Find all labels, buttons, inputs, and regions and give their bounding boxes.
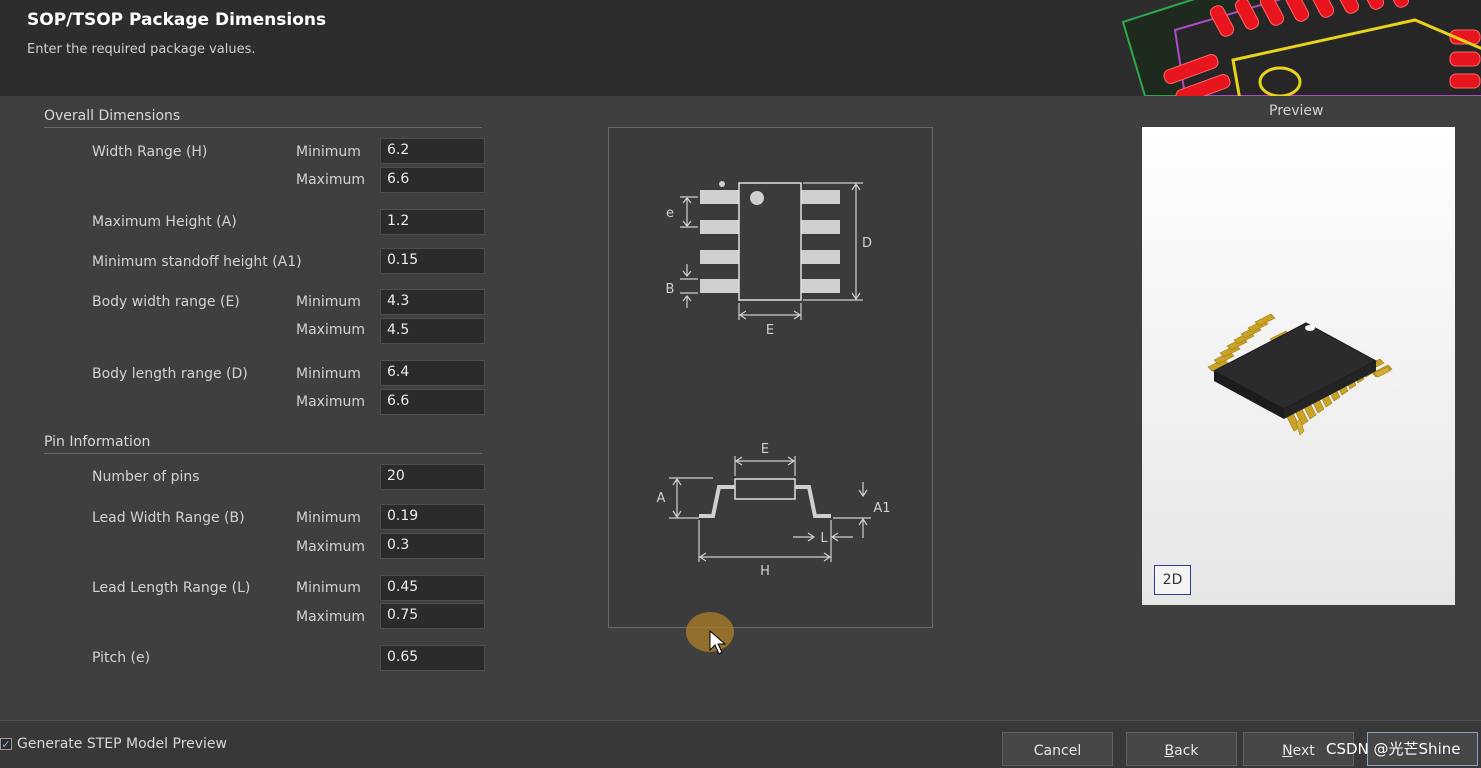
side-view-drawing	[669, 456, 871, 562]
pitch-input[interactable]	[380, 645, 485, 671]
overall-dimensions-heading: Overall Dimensions	[44, 108, 181, 124]
body-length-label: Body length range (D)	[92, 366, 248, 382]
body-width-max-input[interactable]	[380, 318, 485, 344]
dim-label-side-e: E	[761, 442, 769, 457]
cancel-button-label: Cancel	[1033, 742, 1082, 759]
width-min-label: Minimum	[296, 144, 361, 160]
width-range-label: Width Range (H)	[92, 144, 208, 160]
body-length-min-input[interactable]	[380, 360, 485, 386]
pcb-header-illustration	[1121, 0, 1481, 96]
num-pins-input[interactable]	[380, 464, 485, 490]
next-button-label: ext	[1292, 742, 1315, 759]
standoff-input[interactable]	[380, 248, 485, 274]
dim-label-body-e: E	[766, 323, 774, 338]
generate-step-label: Generate STEP Model Preview	[17, 736, 227, 752]
2d-view-button[interactable]: 2D	[1154, 565, 1191, 595]
dim-label-a: A	[657, 491, 666, 506]
lead-width-max-input[interactable]	[380, 533, 485, 559]
width-min-input[interactable]	[380, 138, 485, 164]
pitch-label: Pitch (e)	[92, 650, 151, 666]
standoff-label: Minimum standoff height (A1)	[92, 254, 302, 270]
dimension-diagram-panel: e B D E E A A1 L H	[608, 127, 933, 628]
body-width-min-input[interactable]	[380, 289, 485, 315]
back-mnemonic: B	[1164, 742, 1175, 759]
body-length-max-label: Maximum	[296, 394, 365, 410]
lead-width-label: Lead Width Range (B)	[92, 510, 245, 526]
lead-length-min-label: Minimum	[296, 580, 361, 596]
body-length-min-label: Minimum	[296, 366, 361, 382]
lead-length-label: Lead Length Range (L)	[92, 580, 251, 596]
header-banner: SOP/TSOP Package Dimensions Enter the re…	[0, 0, 1481, 96]
dim-label-d: D	[862, 236, 872, 251]
dim-label-a1: A1	[873, 501, 890, 516]
3d-preview-viewport[interactable]: 2D	[1142, 127, 1455, 605]
back-button[interactable]: Back	[1126, 732, 1237, 766]
lead-width-min-label: Minimum	[296, 510, 361, 526]
page-title: SOP/TSOP Package Dimensions	[27, 10, 327, 30]
body-width-label: Body width range (E)	[92, 294, 240, 310]
dim-label-b: B	[666, 282, 675, 297]
top-view-drawing	[680, 181, 863, 320]
body-width-max-label: Maximum	[296, 322, 365, 338]
width-max-input[interactable]	[380, 167, 485, 193]
body-width-min-label: Minimum	[296, 294, 361, 310]
generate-step-checkbox[interactable]: ✓	[0, 738, 12, 750]
page-subtitle: Enter the required package values.	[27, 42, 256, 57]
lead-width-max-label: Maximum	[296, 539, 365, 555]
generate-step-option[interactable]: ✓ Generate STEP Model Preview	[0, 736, 227, 752]
body-length-max-input[interactable]	[380, 389, 485, 415]
dim-label-h: H	[760, 564, 770, 579]
csdn-watermark: CSDN @光芒Shine	[1326, 740, 1461, 758]
pin-information-heading: Pin Information	[44, 434, 151, 450]
width-max-label: Maximum	[296, 172, 365, 188]
package-dimension-diagram: e B D E E A A1 L H	[657, 181, 891, 579]
max-height-label: Maximum Height (A)	[92, 214, 237, 230]
section-divider	[44, 453, 482, 454]
lead-length-max-label: Maximum	[296, 609, 365, 625]
num-pins-label: Number of pins	[92, 469, 200, 485]
section-divider	[44, 127, 482, 128]
back-button-label: ack	[1174, 742, 1199, 759]
mouse-cursor-icon	[709, 630, 727, 655]
dim-label-e: e	[666, 206, 674, 221]
chip-3d-model	[1207, 313, 1393, 436]
max-height-input[interactable]	[380, 209, 485, 235]
lead-width-min-input[interactable]	[380, 504, 485, 530]
lead-length-max-input[interactable]	[380, 603, 485, 629]
lead-length-min-input[interactable]	[380, 575, 485, 601]
preview-label: Preview	[1269, 103, 1324, 119]
dim-label-l: L	[820, 531, 828, 546]
cancel-button[interactable]: Cancel	[1002, 732, 1113, 766]
next-mnemonic: N	[1282, 742, 1293, 759]
